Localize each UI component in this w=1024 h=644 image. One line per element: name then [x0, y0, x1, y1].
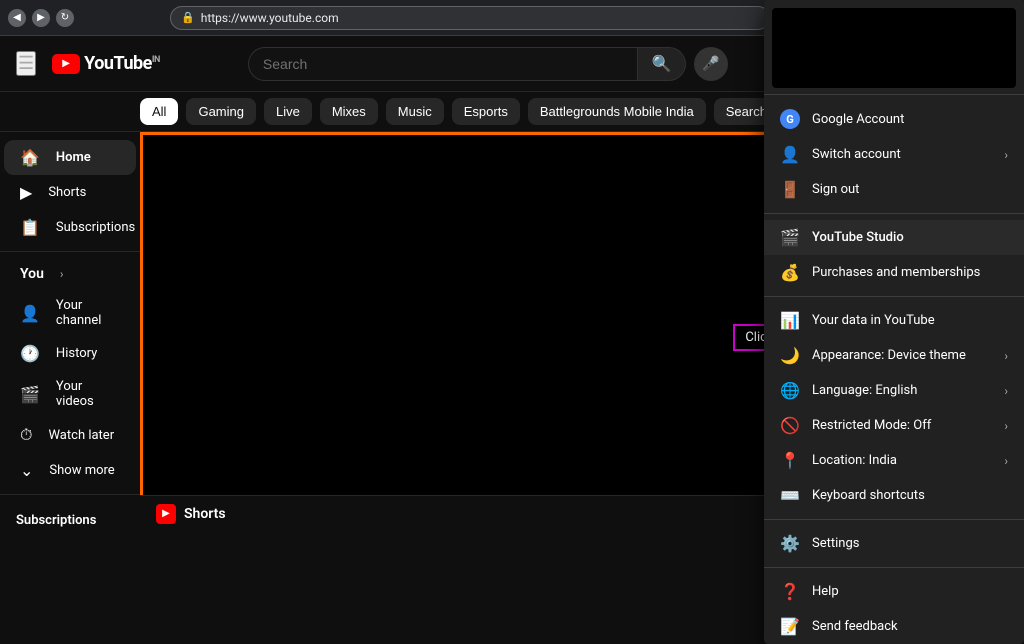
youtube-studio-icon: 🎬 — [780, 228, 800, 247]
dropdown-settings[interactable]: ⚙️ Settings — [764, 526, 1024, 531]
browser-forward-button[interactable]: ▶ — [32, 9, 50, 27]
dropdown-appearance[interactable]: 🌙 Appearance: Device theme › — [764, 338, 1024, 373]
sidebar-item-you[interactable]: You › — [4, 258, 136, 290]
subscriptions-icon: 📋 — [20, 218, 40, 237]
browser-reload-button[interactable]: ↻ — [56, 9, 74, 27]
dropdown-switch-account[interactable]: 👤 Switch account › — [764, 137, 1024, 172]
sidebar: 🏠 Home ▶ Shorts 📋 Subscriptions You › 👤 … — [0, 132, 140, 531]
location-icon: 📍 — [780, 451, 800, 470]
dropdown-language[interactable]: 🌐 Language: English › — [764, 373, 1024, 408]
dropdown-location[interactable]: 📍 Location: India › — [764, 443, 1024, 478]
your-data-icon: 📊 — [780, 311, 800, 330]
sidebar-item-home[interactable]: 🏠 Home — [4, 140, 136, 175]
url-text: https://www.youtube.com — [201, 11, 339, 25]
appearance-arrow: › — [1004, 349, 1008, 363]
sidebar-item-show-more[interactable]: ⌄ Show more — [4, 453, 136, 488]
shorts-icon: ▶ — [20, 183, 32, 202]
history-icon: 🕐 — [20, 344, 40, 363]
your-videos-label: Your videos — [56, 379, 120, 409]
shorts-bar-label: Shorts — [184, 506, 226, 522]
dropdown-purchases-label: Purchases and memberships — [812, 265, 1008, 280]
dropdown-keyboard-label: Keyboard shortcuts — [812, 488, 1008, 503]
sidebar-divider-2 — [0, 494, 140, 495]
lock-icon: 🔒 — [181, 11, 195, 24]
sidebar-shorts-label: Shorts — [48, 185, 86, 200]
category-all[interactable]: All — [140, 98, 178, 125]
youtube-app: ☰ ▶ YouTubeIN 🔍 🎤 📤 🔔 R All Gaming Live … — [0, 36, 1024, 531]
logo-sup: IN — [152, 55, 160, 65]
youtube-logo[interactable]: ▶ YouTubeIN — [52, 53, 160, 74]
youtube-logo-text: YouTubeIN — [84, 53, 160, 74]
show-more-label: Show more — [49, 463, 114, 478]
watch-later-label: Watch later — [48, 428, 114, 443]
you-label: You — [20, 266, 44, 282]
dropdown-keyboard-shortcuts[interactable]: ⌨️ Keyboard shortcuts — [764, 478, 1024, 513]
sidebar-item-your-channel[interactable]: 👤 Your channel — [4, 290, 136, 336]
your-channel-label: Your channel — [56, 298, 120, 328]
dropdown-divider-2 — [764, 296, 1024, 297]
search-button[interactable]: 🔍 — [638, 47, 686, 81]
category-gaming[interactable]: Gaming — [186, 98, 256, 125]
channel-icon: 👤 — [20, 304, 40, 323]
browser-url-bar[interactable]: 🔒 https://www.youtube.com — [170, 6, 770, 30]
dropdown-youtube-studio[interactable]: 🎬 YouTube Studio — [764, 220, 1024, 255]
switch-account-arrow: › — [1004, 148, 1008, 162]
dropdown-menu: G Google Account 👤 Switch account › 🚪 Si… — [764, 132, 1024, 531]
sign-out-icon: 🚪 — [780, 180, 800, 199]
restricted-arrow: › — [1004, 419, 1008, 433]
category-live[interactable]: Live — [264, 98, 312, 125]
keyboard-icon: ⌨️ — [780, 486, 800, 505]
sidebar-item-watch-later[interactable]: ⏱ Watch later — [4, 417, 136, 453]
location-arrow: › — [1004, 454, 1008, 468]
language-arrow: › — [1004, 384, 1008, 398]
you-chevron: › — [60, 267, 64, 281]
restricted-icon: 🚫 — [780, 416, 800, 435]
sidebar-home-label: Home — [56, 150, 91, 165]
dropdown-sign-out-label: Sign out — [812, 182, 1008, 197]
shorts-bar-icon: ▶ — [156, 504, 176, 524]
dropdown-restricted-label: Restricted Mode: Off — [812, 418, 992, 433]
sidebar-item-shorts[interactable]: ▶ Shorts — [4, 175, 136, 210]
search-input[interactable] — [263, 56, 623, 72]
language-icon: 🌐 — [780, 381, 800, 400]
dropdown-appearance-label: Appearance: Device theme — [812, 348, 992, 363]
category-music[interactable]: Music — [386, 98, 444, 125]
dropdown-purchases[interactable]: 💰 Purchases and memberships — [764, 255, 1024, 290]
dropdown-your-data[interactable]: 📊 Your data in YouTube — [764, 303, 1024, 338]
category-battlegrounds[interactable]: Battlegrounds Mobile India — [528, 98, 706, 125]
watch-later-icon: ⏱ — [20, 425, 32, 445]
purchases-icon: 💰 — [780, 263, 800, 282]
dropdown-your-data-label: Your data in YouTube — [812, 313, 1008, 328]
category-mixes[interactable]: Mixes — [320, 98, 378, 125]
history-label: History — [56, 346, 97, 361]
subscriptions-title: Subscriptions — [0, 501, 140, 531]
dropdown-location-label: Location: India — [812, 453, 992, 468]
youtube-logo-icon: ▶ — [52, 54, 80, 74]
dropdown-divider-1 — [764, 213, 1024, 214]
dropdown-divider-3 — [764, 519, 1024, 520]
sidebar-subscriptions-label: Subscriptions — [56, 220, 135, 235]
sidebar-item-history[interactable]: 🕐 History — [4, 336, 136, 371]
switch-account-icon: 👤 — [780, 145, 800, 164]
chevron-down-icon: ⌄ — [20, 461, 33, 480]
sidebar-item-subscriptions[interactable]: 📋 Subscriptions — [4, 210, 136, 245]
your-videos-icon: 🎬 — [20, 385, 40, 404]
browser-back-button[interactable]: ◀ — [8, 9, 26, 27]
dropdown-youtube-studio-label: YouTube Studio — [812, 230, 1008, 245]
youtube-body: 🏠 Home ▶ Shorts 📋 Subscriptions You › 👤 … — [0, 132, 1024, 531]
mic-button[interactable]: 🎤 — [694, 47, 728, 81]
header-left: ☰ ▶ YouTubeIN — [16, 51, 160, 76]
dropdown-language-label: Language: English — [812, 383, 992, 398]
search-bar: 🔍 🎤 — [248, 47, 728, 81]
category-esports[interactable]: Esports — [452, 98, 520, 125]
home-icon: 🏠 — [20, 148, 40, 167]
sidebar-divider-1 — [0, 251, 140, 252]
dropdown-restricted-mode[interactable]: 🚫 Restricted Mode: Off › — [764, 408, 1024, 443]
appearance-icon: 🌙 — [780, 346, 800, 365]
dropdown-sign-out[interactable]: 🚪 Sign out — [764, 172, 1024, 207]
hamburger-menu-button[interactable]: ☰ — [16, 51, 36, 76]
search-input-wrap[interactable] — [248, 47, 638, 81]
dropdown-switch-account-label: Switch account — [812, 147, 992, 162]
sidebar-item-your-videos[interactable]: 🎬 Your videos — [4, 371, 136, 417]
